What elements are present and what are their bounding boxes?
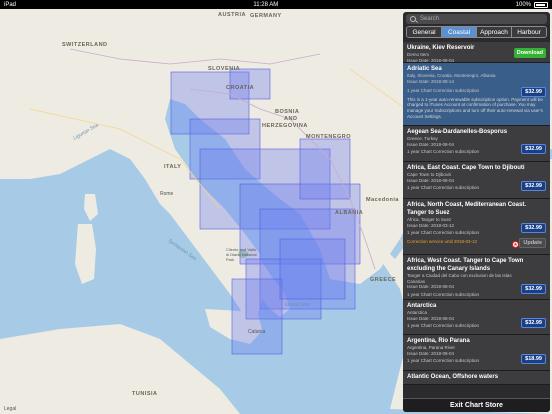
list-item[interactable]: Africa, East Coast. Cape Town to Djibout… xyxy=(403,162,550,199)
label-herzegovina: HERZEGOVINA xyxy=(262,123,308,129)
status-time: 11:28 AM xyxy=(253,1,279,8)
list-item[interactable]: Antarctica Antarctica Issue Date: 2018-0… xyxy=(403,300,550,335)
tab-general[interactable]: General xyxy=(407,27,442,37)
price-button[interactable]: $32.99 xyxy=(521,284,546,294)
price-button[interactable]: $32.99 xyxy=(521,144,546,154)
download-button[interactable]: Download xyxy=(513,48,546,58)
list-item[interactable]: Argentina, Rio Parana Argentina, Parana … xyxy=(403,335,550,371)
search-placeholder: Search xyxy=(420,16,440,22)
search-field[interactable]: Search xyxy=(406,14,547,24)
price-button[interactable]: $18.99 xyxy=(521,354,546,364)
price-button[interactable]: $32.99 xyxy=(521,181,546,191)
label-albania: ALBANIA xyxy=(335,210,364,216)
price-button[interactable]: $32.99 xyxy=(521,318,546,328)
label-catania: Catania xyxy=(248,329,266,335)
item-title: Atlantic Ocean, Offshore waters xyxy=(407,374,499,380)
category-tabs: General Coastal Approach Harbour xyxy=(406,26,547,38)
label-tunisia: TUNISIA xyxy=(132,391,158,397)
label-rome: Rome xyxy=(160,191,174,197)
status-right: 100% xyxy=(515,1,548,8)
battery-icon xyxy=(534,1,548,8)
list-item[interactable]: Aegean Sea-Dardanelles-Bosporus Greece, … xyxy=(403,126,550,162)
item-title: Argentina, Rio Parana xyxy=(407,338,470,344)
chart-store-panel: Search General Coastal Approach Harbour … xyxy=(403,12,550,412)
item-subtitle: Tanger a Ciudad del Cabo con exclusion d… xyxy=(407,273,512,284)
legal-link[interactable]: Legal xyxy=(4,406,16,412)
label-germany: GERMANY xyxy=(250,13,282,19)
item-title: Africa, East Coast. Cape Town to Djibout… xyxy=(407,165,525,171)
item-title: Africa, North Coast, Mediterranean Coast… xyxy=(407,202,527,216)
label-switzerland: SWITZERLAND xyxy=(62,42,108,48)
list-item[interactable]: Africa, West Coast. Tanger to Cape Town … xyxy=(403,255,550,300)
tab-approach[interactable]: Approach xyxy=(477,27,512,37)
label-macedonia: Macedonia xyxy=(366,197,399,203)
status-bar: iPad 11:28 AM 100% xyxy=(0,0,552,9)
item-title: Africa, West Coast. Tanger to Cape Town … xyxy=(407,258,524,272)
battery-percent: 100% xyxy=(515,1,531,8)
item-issue-date: Issue Date: 2018-08-14 xyxy=(407,78,455,84)
update-button[interactable]: Update xyxy=(519,238,546,248)
list-item[interactable]: Atlantic Ocean, Offshore waters xyxy=(403,371,550,385)
price-button[interactable]: $32.99 xyxy=(521,223,546,233)
label-slovenia: SLOVENIA xyxy=(208,66,241,72)
label-ionian-sea: Ionian Sea xyxy=(285,302,309,308)
tab-coastal[interactable]: Coastal xyxy=(442,27,477,37)
search-icon xyxy=(410,16,416,22)
label-and: AND xyxy=(284,116,298,122)
label-italy: ITALY xyxy=(164,164,182,170)
item-title: Aegean Sea-Dardanelles-Bosporus xyxy=(407,129,508,135)
label-croatia: CROATIA xyxy=(226,85,255,91)
label-park: Cilento and Vallo di Diano National Park xyxy=(226,247,257,262)
label-austria: AUSTRIA xyxy=(218,12,246,18)
price-button[interactable]: $32.99 xyxy=(521,87,546,97)
item-title: Adriatic Sea xyxy=(407,66,442,72)
label-bosnia: BOSNIA xyxy=(275,109,300,115)
exit-chart-store-button[interactable]: Exit Chart Store xyxy=(403,398,550,412)
label-montenegro: MONTENEGRO xyxy=(306,134,352,140)
item-description: This is a 1-year auto-renewable subscrip… xyxy=(407,96,543,119)
list-item[interactable]: Ukraine, Kiev Reservoir Demo Item Issue … xyxy=(403,42,550,63)
label-greece: GREECE xyxy=(370,277,397,283)
list-item[interactable]: Africa, North Coast, Mediterranean Coast… xyxy=(403,199,550,255)
chart-list[interactable]: Ukraine, Kiev Reservoir Demo Item Issue … xyxy=(403,42,550,398)
item-title: Antarctica xyxy=(407,303,437,309)
tab-harbour[interactable]: Harbour xyxy=(512,27,546,37)
carrier-label: iPad xyxy=(4,1,17,8)
list-item[interactable]: Adriatic Sea Italy, Slovenia, Croatia, M… xyxy=(403,63,550,126)
star-badge-icon: ★ xyxy=(512,241,519,248)
